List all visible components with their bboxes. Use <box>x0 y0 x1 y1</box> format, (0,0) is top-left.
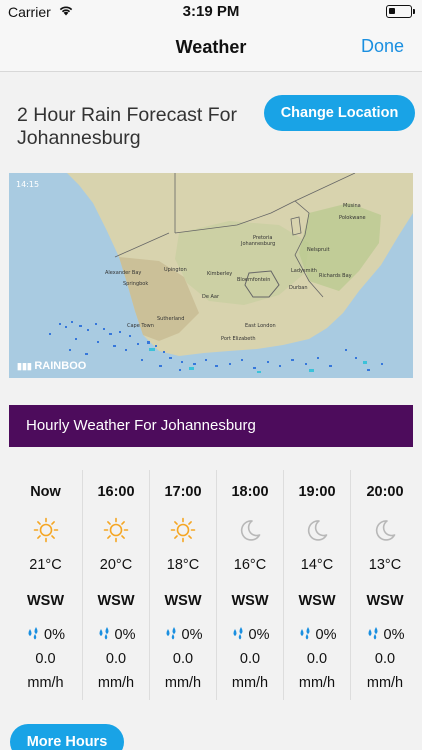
raindrops-icon <box>166 627 176 640</box>
map-city-label: Nelspruit <box>307 247 330 253</box>
map-city-label: Polokwane <box>339 215 366 221</box>
hour-temperature: 16°C <box>233 557 267 573</box>
hour-rain-unit: mm/h <box>27 675 64 691</box>
hour-wind-direction: WSW <box>366 593 404 609</box>
map-timestamp: 14:15 <box>16 180 40 189</box>
raindrops-icon <box>233 627 243 640</box>
moon-icon <box>240 520 261 541</box>
hour-label: 16:00 <box>97 484 135 500</box>
map-city-label: Ladysmith <box>291 268 317 274</box>
hourly-weather-header: Hourly Weather For Johannesburg <box>9 405 413 447</box>
bars-icon: ▮▮▮ <box>17 361 35 371</box>
rain-radar-map[interactable]: 14:15 Musina Polokwane Pretoria Johannes… <box>9 173 413 378</box>
hour-rain-unit: mm/h <box>366 675 404 691</box>
hour-column: 17:00 18°C WSW 0% 0.0 mm/h <box>150 470 217 700</box>
sun-icon <box>103 517 129 543</box>
hour-rain-chance: 0% <box>83 626 149 643</box>
raindrops-icon <box>368 627 378 640</box>
map-city-label: Alexander Bay <box>105 270 142 276</box>
rainboo-logo: ▮▮▮ RAINBOO <box>17 360 87 372</box>
hour-rain-amount: 0.0 <box>35 651 56 667</box>
change-location-button[interactable]: Change Location <box>264 95 415 131</box>
hour-label: 20:00 <box>366 484 404 500</box>
map-city-label: Cape Town <box>127 323 154 329</box>
status-bar: Carrier 3:19 PM <box>0 0 422 24</box>
map-city-label: Durban <box>289 285 308 291</box>
battery-icon <box>386 5 415 18</box>
hour-label: 17:00 <box>164 484 202 500</box>
map-city-label: Johannesburg <box>241 241 276 247</box>
hour-temperature: 21°C <box>29 557 62 573</box>
hour-wind-direction: WSW <box>298 593 336 609</box>
map-city-label: Musina <box>343 203 361 209</box>
hour-rain-amount: 0.0 <box>374 651 396 667</box>
hour-wind-direction: WSW <box>97 593 135 609</box>
hour-rain-unit: mm/h <box>97 675 135 691</box>
map-city-label: De Aar <box>202 294 220 300</box>
hour-rain-chance: 0% <box>284 626 350 643</box>
hour-column: 20:00 13°C WSW 0% 0.0 mm/h <box>351 470 419 700</box>
hour-rain-chance: 0% <box>9 626 82 643</box>
hour-column: 18:00 16°C WSW 0% 0.0 mm/h <box>217 470 284 700</box>
page-title: Weather <box>175 37 247 57</box>
hour-label: Now <box>30 484 61 500</box>
map-city-label: Kimberley <box>207 271 233 277</box>
map-city-label: Upington <box>164 267 187 273</box>
map-city-label: East London <box>245 323 276 329</box>
hour-label: 18:00 <box>231 484 269 500</box>
hour-rain-amount: 0.0 <box>105 651 127 667</box>
hour-column: 19:00 14°C WSW 0% 0.0 mm/h <box>284 470 351 700</box>
hour-rain-chance: 0% <box>217 626 283 643</box>
map-city-label: Bloemfontein <box>237 277 271 283</box>
hourly-forecast-strip[interactable]: Now 21°C WSW 0% 0.0 mm/h 16:00 20°C WSW … <box>0 470 422 700</box>
hour-temperature: 18°C <box>166 557 200 573</box>
hour-rain-amount: 0.0 <box>172 651 194 667</box>
hour-rain-chance: 0% <box>150 626 216 643</box>
sun-icon <box>33 517 58 543</box>
map-city-label: Sutherland <box>157 316 185 322</box>
hour-wind-direction: WSW <box>26 593 65 609</box>
moon-icon <box>375 520 396 541</box>
moon-icon <box>307 520 328 541</box>
hour-column: 16:00 20°C WSW 0% 0.0 mm/h <box>83 470 150 700</box>
hour-temperature: 20°C <box>99 557 133 573</box>
raindrops-icon <box>99 627 109 640</box>
hour-temperature: 14°C <box>300 557 334 573</box>
hour-temperature: 13°C <box>368 557 402 573</box>
map-city-label: Port Elizabeth <box>221 336 256 342</box>
hour-label: 19:00 <box>298 484 336 500</box>
map-city-label: Richards Bay <box>319 273 352 279</box>
rain-forecast-title: 2 Hour Rain Forecast For Johannesburg <box>17 104 237 149</box>
done-button[interactable]: Done <box>361 36 404 57</box>
hour-rain-chance: 0% <box>351 626 419 643</box>
raindrops-icon <box>300 627 310 640</box>
hour-rain-unit: mm/h <box>298 675 336 691</box>
sun-icon <box>170 517 196 543</box>
hour-column: Now 21°C WSW 0% 0.0 mm/h <box>9 470 83 700</box>
map-city-label: Springbok <box>123 281 149 287</box>
hour-rain-amount: 0.0 <box>239 651 261 667</box>
hour-wind-direction: WSW <box>164 593 202 609</box>
hour-wind-direction: WSW <box>231 593 269 609</box>
more-hours-button[interactable]: More Hours <box>10 724 124 750</box>
hour-rain-amount: 0.0 <box>306 651 328 667</box>
navigation-bar: Weather Done <box>0 24 422 72</box>
raindrops-icon <box>28 627 38 640</box>
hour-rain-unit: mm/h <box>231 675 269 691</box>
clock: 3:19 PM <box>182 3 240 20</box>
hour-rain-unit: mm/h <box>164 675 202 691</box>
